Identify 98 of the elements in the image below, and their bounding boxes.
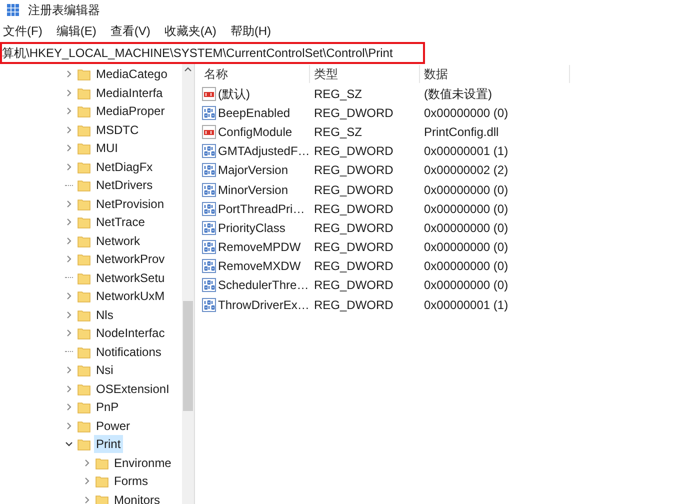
folder-icon [77,252,91,266]
value-name[interactable]: MajorVersion [218,161,288,180]
value-data: 0x00000000 (0) [423,277,510,294]
tree-item[interactable]: NetDrivers [94,176,155,194]
folder-icon [77,437,91,452]
value-type: REG_SZ [313,124,364,141]
menu-item[interactable]: 收藏夹(A) [163,22,218,40]
tree-item[interactable]: Monitors [112,490,162,504]
tree-item[interactable]: Forms [112,472,150,490]
value-name[interactable]: ThrowDriverEx… [218,296,310,314]
value-type: REG_DWORD [313,277,394,294]
value-type: REG_DWORD [313,182,394,199]
tree-item[interactable]: NetworkSetu [94,268,167,287]
value-name[interactable]: SchedulerThre… [218,276,309,294]
value-name[interactable]: BeepEnabled [218,104,290,122]
folder-icon [77,363,91,378]
tree-item[interactable]: PnP [94,398,121,416]
tree-item[interactable]: Power [94,416,132,435]
value-type: REG_DWORD [313,143,394,160]
tree-item[interactable]: MediaProper [94,102,167,120]
chevron-icon[interactable] [65,440,73,448]
folder-icon [77,178,91,192]
tree-item[interactable]: NetProvision [94,194,166,213]
folder-icon [77,160,91,174]
value-type: REG_DWORD [313,220,394,237]
value-type: REG_DWORD [313,104,394,122]
folder-icon [77,344,91,359]
folder-icon [77,122,91,137]
folder-icon [77,215,91,230]
value-data: 0x00000000 (0) [423,239,510,256]
tree-item[interactable]: Environme [112,454,174,472]
value-data: 0x00000000 (0) [423,182,510,199]
tree-item[interactable]: Notifications [94,342,164,361]
folder-icon [95,474,109,488]
folder-icon [95,456,109,470]
folder-icon [77,270,91,285]
tree-item[interactable]: NetworkProv [94,250,167,268]
tree-item[interactable]: NodeInterfac [94,324,167,342]
column-header[interactable]: 类型 [310,65,420,83]
tree-item[interactable]: MediaInterfa [94,84,165,102]
tree-item[interactable]: Print [94,435,123,454]
menu-item[interactable]: 编辑(E) [55,22,98,40]
column-header[interactable]: 名称 [200,65,310,83]
value-name[interactable]: MinorVersion [218,180,288,199]
value-type: REG_SZ [313,86,364,103]
value-name[interactable]: RemoveMXDW [218,257,301,276]
folder-icon [95,492,109,504]
value-data: 0x00000000 (0) [423,104,510,122]
value-data: 0x00000001 (1) [423,296,510,314]
value-type: REG_DWORD [313,162,394,180]
menu-item[interactable]: 帮助(H) [229,22,272,40]
folder-icon [77,289,91,304]
folder-icon [77,418,91,433]
value-name[interactable]: ConfigModule [218,122,292,141]
value-data: 0x00000000 (0) [423,258,510,276]
tree-item[interactable]: MSDTC [94,120,141,139]
folder-icon [77,234,91,248]
folder-icon [77,67,91,82]
value-type: REG_DWORD [313,239,394,256]
address-field[interactable]: 算机\HKEY_LOCAL_MACHINE\SYSTEM\CurrentControlSet\Control\Print [0,42,425,64]
value-name[interactable]: (默认) [218,84,250,103]
tree-item[interactable]: Network [94,232,142,250]
tree-item[interactable]: NetDiagFx [94,158,155,176]
folder-icon [77,86,91,100]
menu-item[interactable]: 文件(F) [2,22,44,40]
value-data: PrintConfig.dll [423,124,500,141]
column-header[interactable]: 数据 [420,65,570,83]
tree-item[interactable]: NetTrace [94,213,147,232]
value-data: 0x00000000 (0) [423,220,510,237]
folder-icon [77,141,91,156]
value-data: 0x00000002 (2) [423,162,510,180]
scrollbar[interactable] [182,64,194,504]
tree-item[interactable]: MUI [94,139,120,158]
tree-item[interactable]: NetworkUxM [94,287,167,306]
folder-icon [77,382,91,396]
value-type: REG_DWORD [313,296,394,314]
value-type: REG_DWORD [313,258,394,276]
folder-icon [77,400,91,414]
value-name[interactable]: PriorityClass [218,218,286,237]
value-name[interactable]: PortThreadPri… [218,200,305,218]
value-data: (数值未设置) [423,86,493,103]
folder-icon [77,196,91,211]
registry-icon [6,3,20,17]
value-name[interactable]: RemoveMPDW [218,238,301,256]
scrollbar-thumb[interactable] [183,301,193,411]
value-data: 0x00000000 (0) [423,200,510,218]
value-type: REG_DWORD [313,200,394,218]
menu-item[interactable]: 查看(V) [109,22,152,40]
tree-item[interactable]: Nsi [94,361,116,380]
folder-icon [77,104,91,118]
folder-icon [77,326,91,340]
value-data: 0x00000001 (1) [423,143,510,160]
tree-item[interactable]: OSExtensionI [94,380,172,398]
tree-item[interactable]: MediaCatego [94,65,170,84]
window-title: 注册表编辑器 [28,2,100,19]
value-name[interactable]: GMTAdjustedF… [218,142,310,160]
tree-item[interactable]: Nls [94,306,116,324]
folder-icon [77,308,91,322]
